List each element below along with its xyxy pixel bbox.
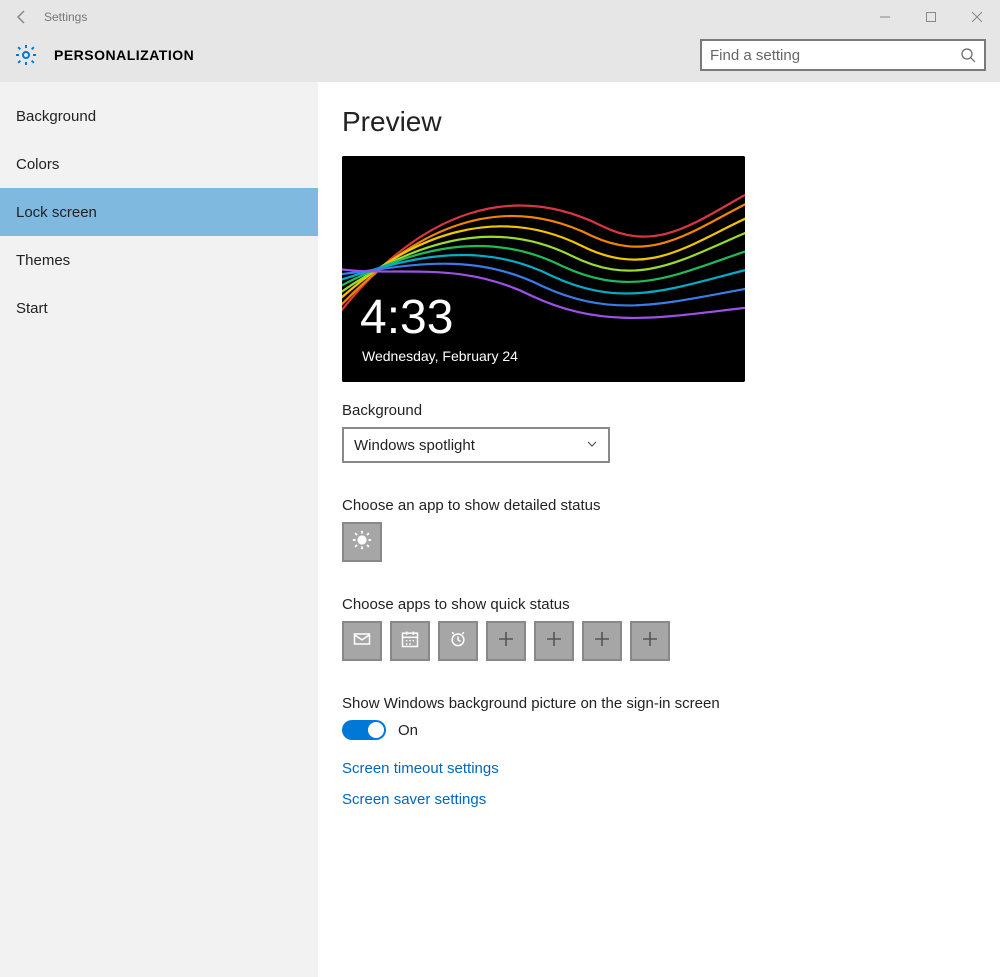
maximize-button[interactable] <box>908 0 954 34</box>
quick-app-add-2[interactable] <box>534 621 574 661</box>
lock-screen-preview: 4:33 Wednesday, February 24 <box>342 156 745 382</box>
quick-app-add-1[interactable] <box>486 621 526 661</box>
quick-status-label: Choose apps to show quick status <box>342 596 976 613</box>
link-screen-timeout[interactable]: Screen timeout settings <box>342 760 976 777</box>
background-select[interactable]: Windows spotlight <box>342 427 610 463</box>
signin-bg-toggle-state: On <box>398 722 418 739</box>
plus-icon <box>593 630 611 653</box>
signin-bg-label: Show Windows background picture on the s… <box>342 695 976 712</box>
titlebar: Settings <box>0 0 1000 34</box>
header: PERSONALIZATION <box>0 34 1000 82</box>
quick-app-add-4[interactable] <box>630 621 670 661</box>
plus-icon <box>545 630 563 653</box>
mail-icon <box>352 629 372 654</box>
quick-app-calendar[interactable] <box>390 621 430 661</box>
plus-icon <box>497 630 515 653</box>
background-label: Background <box>342 402 976 419</box>
preview-date: Wednesday, February 24 <box>362 348 518 364</box>
minimize-button[interactable] <box>862 0 908 34</box>
preview-time: 4:33 <box>360 294 453 342</box>
sidebar-item-label: Background <box>16 108 96 125</box>
sidebar: Background Colors Lock screen Themes Sta… <box>0 82 318 977</box>
detailed-status-label: Choose an app to show detailed status <box>342 497 976 514</box>
close-button[interactable] <box>954 0 1000 34</box>
sidebar-item-label: Colors <box>16 156 59 173</box>
calendar-icon <box>400 629 420 654</box>
quick-app-add-3[interactable] <box>582 621 622 661</box>
signin-bg-toggle[interactable] <box>342 720 386 740</box>
background-selected-value: Windows spotlight <box>354 437 475 454</box>
sidebar-item-label: Themes <box>16 252 70 269</box>
sidebar-item-background[interactable]: Background <box>0 92 318 140</box>
sidebar-item-start[interactable]: Start <box>0 284 318 332</box>
toggle-knob <box>368 722 384 738</box>
alarm-icon <box>448 629 468 654</box>
plus-icon <box>641 630 659 653</box>
sidebar-item-lock-screen[interactable]: Lock screen <box>0 188 318 236</box>
quick-app-mail[interactable] <box>342 621 382 661</box>
section-title: PERSONALIZATION <box>54 47 700 63</box>
link-screen-saver[interactable]: Screen saver settings <box>342 791 976 808</box>
search-box[interactable] <box>700 39 986 71</box>
gear-icon <box>14 43 38 67</box>
back-button[interactable] <box>0 0 44 34</box>
search-input[interactable] <box>710 47 960 64</box>
content: Preview 4:33 Wednesday, February 24 Back… <box>318 82 1000 977</box>
search-icon <box>960 47 976 63</box>
sidebar-item-themes[interactable]: Themes <box>0 236 318 284</box>
sidebar-item-label: Lock screen <box>16 204 97 221</box>
sidebar-item-label: Start <box>16 300 48 317</box>
chevron-down-icon <box>586 437 598 454</box>
preview-heading: Preview <box>342 106 976 138</box>
window-title: Settings <box>44 10 862 24</box>
sidebar-item-colors[interactable]: Colors <box>0 140 318 188</box>
quick-app-alarms[interactable] <box>438 621 478 661</box>
weather-icon <box>351 529 373 556</box>
detailed-app-weather[interactable] <box>342 522 382 562</box>
